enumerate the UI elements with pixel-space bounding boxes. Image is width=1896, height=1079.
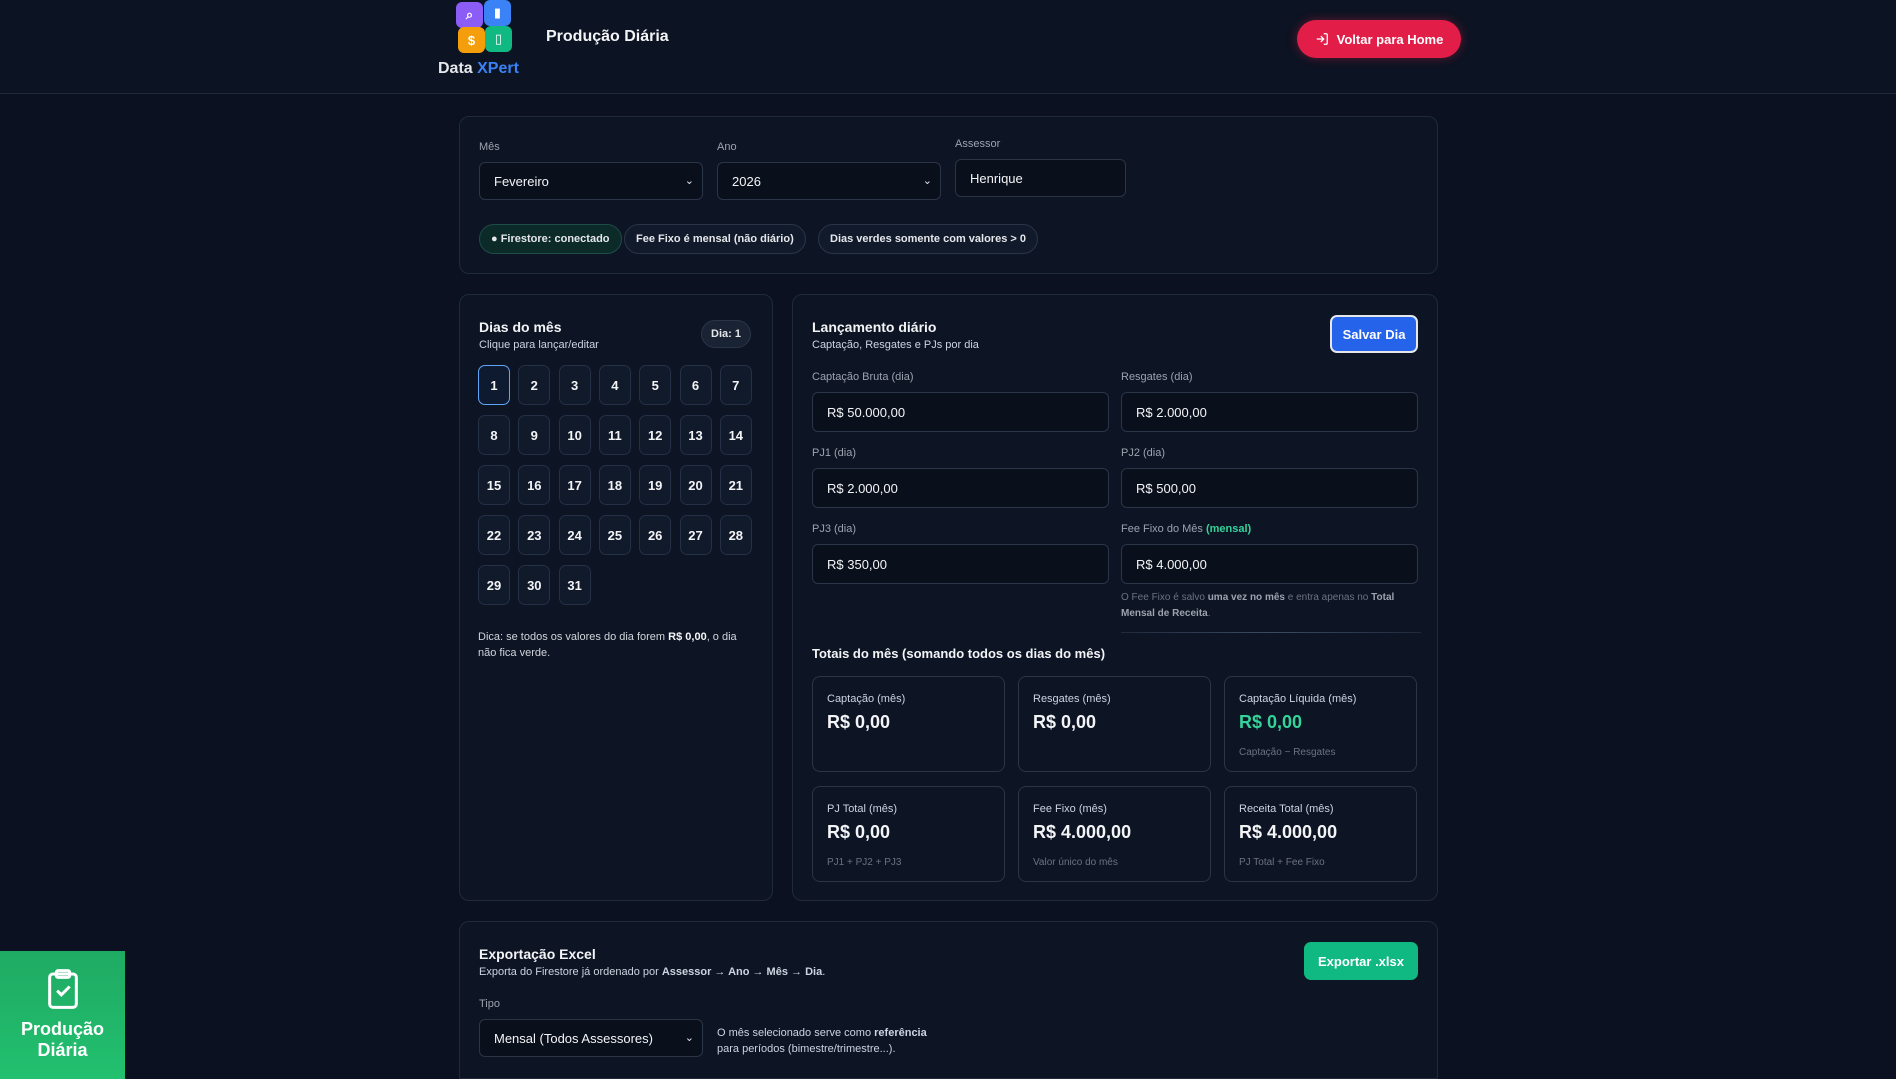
days-subtitle: Clique para lançar/editar [479, 339, 599, 351]
day-button-24[interactable]: 24 [558, 515, 591, 555]
export-title: Exportação Excel [479, 946, 596, 962]
total-card-captacao: Captação (mês) R$ 0,00 [812, 676, 1005, 772]
year-label: Ano [717, 141, 737, 153]
firestore-status-chip: ● Firestore: conectado [479, 224, 622, 254]
fee-info-chip: Fee Fixo é mensal (não diário) [624, 224, 806, 254]
day-button-14[interactable]: 14 [719, 415, 752, 455]
entry-subtitle: Captação, Resgates e PJs por dia [812, 339, 979, 351]
total-card-receita: Receita Total (mês) R$ 4.000,00 PJ Total… [1224, 786, 1417, 882]
day-button-27[interactable]: 27 [679, 515, 712, 555]
logo: ⌕ ▮ $ ▯ Data XPert [438, 0, 533, 80]
day-button-16[interactable]: 16 [518, 465, 551, 505]
day-button-17[interactable]: 17 [558, 465, 591, 505]
green-days-chip: Dias verdes somente com valores > 0 [818, 224, 1038, 254]
chevron-down-icon: ⌄ [922, 175, 932, 187]
day-button-20[interactable]: 20 [679, 465, 712, 505]
day-button-19[interactable]: 19 [639, 465, 672, 505]
resgates-label: Resgates (dia) [1121, 371, 1193, 383]
assessor-input[interactable]: Henrique [955, 159, 1126, 197]
day-button-6[interactable]: 6 [679, 365, 712, 405]
total-card-captacao-liquida: Captação Líquida (mês) R$ 0,00 Captação … [1224, 676, 1417, 772]
fee-input[interactable]: R$ 4.000,00 [1121, 544, 1418, 584]
day-button-29[interactable]: 29 [478, 565, 510, 605]
day-button-13[interactable]: 13 [679, 415, 712, 455]
month-select[interactable]: Fevereiro ⌄ [479, 162, 703, 200]
day-button-7[interactable]: 7 [719, 365, 752, 405]
top-bar: ⌕ ▮ $ ▯ Data XPert Produção Diária Volta… [0, 0, 1896, 94]
day-button-21[interactable]: 21 [719, 465, 752, 505]
entry-title: Lançamento diário [812, 319, 937, 335]
day-button-9[interactable]: 9 [518, 415, 551, 455]
day-button-1[interactable]: 1 [478, 365, 510, 405]
pj2-label: PJ2 (dia) [1121, 447, 1166, 459]
day-button-5[interactable]: 5 [639, 365, 672, 405]
year-select[interactable]: 2026 ⌄ [717, 162, 941, 200]
export-hint: O mês selecionado serve como referência … [717, 1027, 927, 1055]
day-button-30[interactable]: 30 [518, 565, 551, 605]
day-button-8[interactable]: 8 [478, 415, 510, 455]
year-value: 2026 [732, 173, 761, 189]
pj3-label: PJ3 (dia) [812, 523, 857, 535]
dollar-icon: $ [458, 27, 485, 53]
days-title: Dias do mês [479, 319, 562, 335]
captacao-input[interactable]: R$ 50.000,00 [812, 392, 1109, 432]
total-card-pj: PJ Total (mês) R$ 0,00 PJ1 + PJ2 + PJ3 [812, 786, 1005, 882]
month-value: Fevereiro [494, 173, 549, 189]
search-icon: ⌕ [456, 2, 483, 28]
pj1-input[interactable]: R$ 2.000,00 [812, 468, 1109, 508]
day-button-28[interactable]: 28 [719, 515, 752, 555]
totals-title: Totais do mês (somando todos os dias do … [812, 646, 1106, 661]
save-day-button[interactable]: Salvar Dia [1330, 315, 1418, 353]
day-button-4[interactable]: 4 [598, 365, 631, 405]
back-home-button[interactable]: Voltar para Home [1297, 20, 1461, 58]
fee-label: Fee Fixo do Mês (mensal) [1121, 523, 1252, 535]
bar-chart-icon: ▮ [484, 0, 511, 26]
day-button-12[interactable]: 12 [639, 415, 672, 455]
pj3-input[interactable]: R$ 350,00 [812, 544, 1109, 584]
side-tab-producao-diaria[interactable]: Produção Diária [0, 951, 125, 1079]
assessor-value: Henrique [970, 170, 1023, 186]
export-type-value: Mensal (Todos Assessores) [494, 1030, 653, 1046]
back-home-label: Voltar para Home [1336, 31, 1444, 47]
month-label: Mês [479, 141, 500, 153]
total-card-fee: Fee Fixo (mês) R$ 4.000,00 Valor único d… [1018, 786, 1211, 882]
chevron-down-icon: ⌄ [684, 1032, 694, 1044]
day-button-31[interactable]: 31 [558, 565, 591, 605]
day-button-3[interactable]: 3 [558, 365, 591, 405]
captacao-label: Captação Bruta (dia) [812, 371, 914, 383]
assessor-label: Assessor [955, 138, 1001, 150]
login-icon [1316, 33, 1328, 45]
day-button-15[interactable]: 15 [478, 465, 510, 505]
divider [1121, 632, 1421, 633]
total-card-resgates: Resgates (mês) R$ 0,00 [1018, 676, 1211, 772]
fee-note: O Fee Fixo é salvo uma vez no mês e entr… [1121, 592, 1395, 619]
side-tab-label: Produção Diária [20, 1019, 104, 1060]
resgates-input[interactable]: R$ 2.000,00 [1121, 392, 1418, 432]
chevron-down-icon: ⌄ [684, 175, 694, 187]
day-button-11[interactable]: 11 [598, 415, 631, 455]
day-button-22[interactable]: 22 [478, 515, 510, 555]
type-label: Tipo [479, 998, 500, 1010]
export-xlsx-button[interactable]: Exportar .xlsx [1304, 942, 1418, 980]
day-button-25[interactable]: 25 [598, 515, 631, 555]
logo-text: Data XPert [438, 60, 519, 77]
day-button-18[interactable]: 18 [598, 465, 631, 505]
day-button-2[interactable]: 2 [518, 365, 551, 405]
pj1-label: PJ1 (dia) [812, 447, 857, 459]
clipboard-check-icon [47, 969, 78, 1009]
day-button-26[interactable]: 26 [639, 515, 672, 555]
document-icon: ▯ [485, 26, 512, 52]
selected-day-badge: Dia: 1 [701, 320, 751, 348]
day-button-23[interactable]: 23 [518, 515, 551, 555]
logo-tiles: ⌕ ▮ $ ▯ [456, 0, 516, 56]
export-desc: Exporta do Firestore já ordenado por Ass… [479, 966, 826, 978]
export-type-select[interactable]: Mensal (Todos Assessores) ⌄ [479, 1019, 703, 1057]
page-title: Produção Diária [546, 28, 669, 45]
days-tip: Dica: se todos os valores do dia forem R… [478, 631, 737, 659]
day-button-10[interactable]: 10 [558, 415, 591, 455]
pj2-input[interactable]: R$ 500,00 [1121, 468, 1418, 508]
